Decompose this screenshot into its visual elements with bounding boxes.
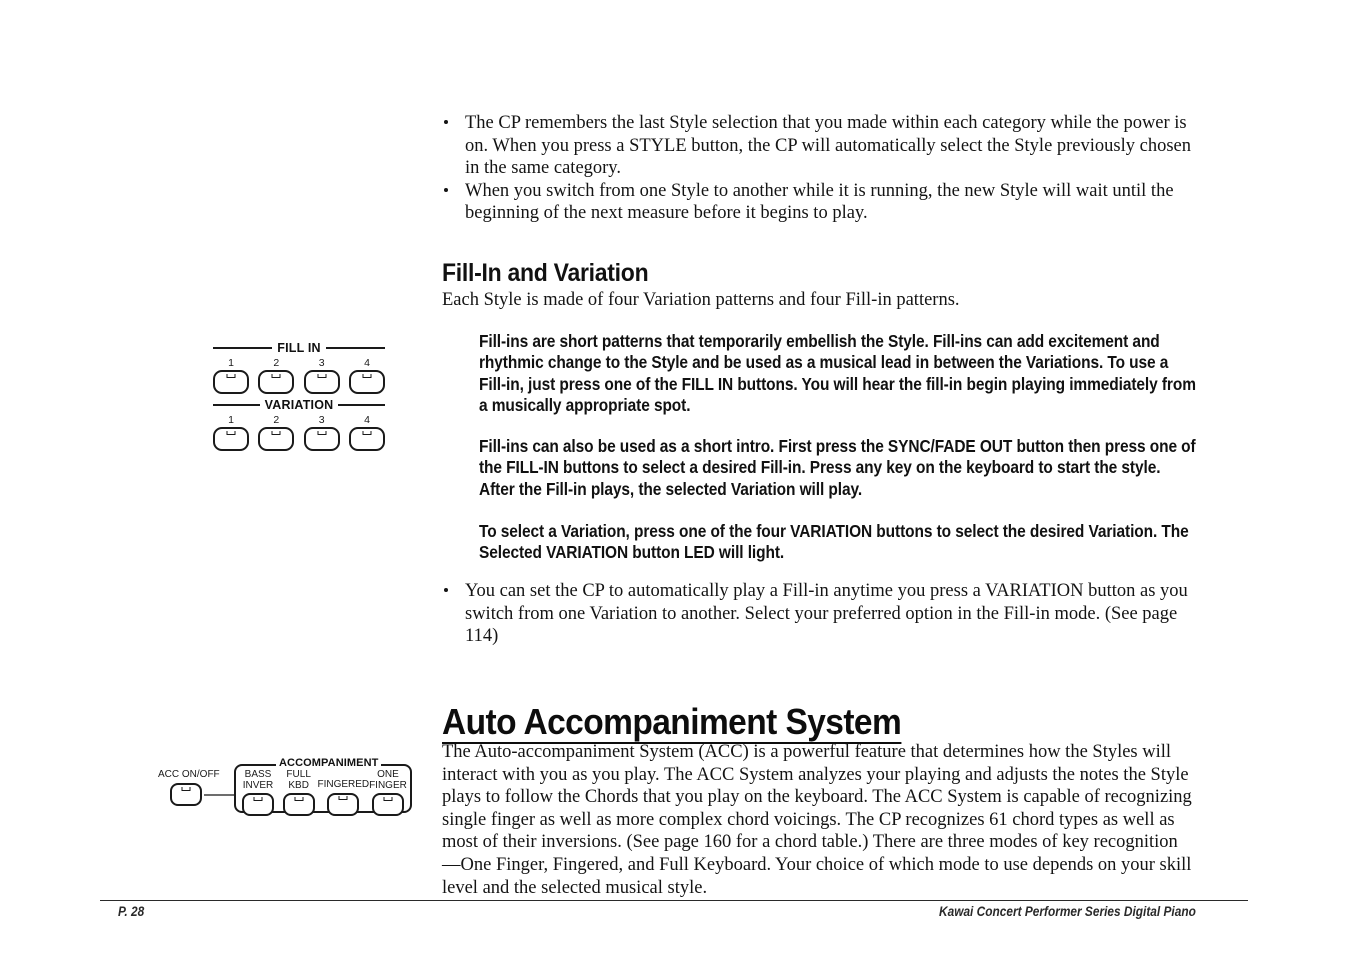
button-label: BASS INVER: [242, 769, 274, 791]
callout-paragraph-2: Fill-ins can also be used as a short int…: [479, 436, 1197, 500]
list-item: You can set the CP to automatically play…: [442, 580, 1194, 648]
bullet-list: The CP remembers the last Style selectio…: [442, 112, 1194, 225]
acc-on-off-label: ACC ON/OFF: [158, 769, 220, 780]
rule-left: [213, 347, 273, 349]
fill-in-closing-bullet: You can set the CP to automatically play…: [442, 580, 1194, 648]
page-title-fill-in: Fill-In and Variation: [442, 259, 649, 287]
fill-in-group-header: FILL IN: [213, 341, 385, 355]
button-icon: [213, 427, 249, 451]
button-label: FULL KBD: [286, 769, 311, 791]
button-icon: [348, 370, 385, 394]
full-kbd-button[interactable]: FULL KBD: [279, 769, 319, 816]
fill-in-intro: Each Style is made of four Variation pat…: [442, 290, 960, 310]
fingered-button[interactable]: FINGERED: [317, 770, 370, 816]
variation-button-3[interactable]: 3: [303, 414, 340, 451]
callout-text: Fill-ins are short patterns that tempora…: [479, 331, 1196, 416]
button-icon: [242, 793, 274, 816]
button-number: 3: [318, 414, 325, 426]
list-item: When you switch from one Style to anothe…: [442, 180, 1194, 225]
fill-in-button-1[interactable]: 1: [213, 358, 249, 394]
fill-in-group-label: FILL IN: [277, 341, 321, 355]
fill-in-heading-block: Fill-In and Variation: [442, 259, 1194, 288]
accompaniment-group-label: ACCOMPANIMENT: [276, 757, 382, 769]
button-icon: [327, 792, 360, 816]
auto-accompaniment-heading-block: Auto Accompaniment System: [442, 702, 1194, 745]
button-number: 4: [364, 414, 370, 426]
footer-product-line: Kawai Concert Performer Series Digital P…: [939, 904, 1196, 919]
variation-button-row: 1 2 3 4: [213, 415, 385, 451]
button-icon: [213, 370, 249, 394]
button-label: ONE FINGER: [369, 769, 407, 791]
fill-in-button-row: 1 2 3 4: [213, 358, 385, 394]
callout-text: Fill-ins can also be used as a short int…: [479, 436, 1196, 499]
top-bullet-list: The CP remembers the last Style selectio…: [442, 112, 1194, 225]
rule-right: [325, 347, 385, 349]
button-icon: [371, 793, 404, 816]
button-label: FINGERED: [317, 779, 370, 790]
button-icon: [348, 427, 385, 451]
variation-button-1[interactable]: 1: [213, 415, 249, 451]
page-title-auto-accompaniment: Auto Accompaniment System: [442, 702, 902, 745]
callout-paragraph-1: Fill-ins are short patterns that tempora…: [479, 331, 1197, 417]
bullet-dot-icon: [444, 120, 448, 124]
fill-in-variation-panel-diagram: FILL IN 1 2 3 4 VARIATION 1 2 3 4: [213, 341, 386, 451]
accompaniment-button-row: BASS INVER FULL KBD FINGERED ONE FINGER: [238, 769, 408, 816]
button-icon: [303, 370, 340, 394]
callout-text: To select a Variation, press one of the …: [479, 521, 1189, 563]
bass-inver-button[interactable]: BASS INVER: [238, 769, 278, 816]
button-number: 2: [273, 357, 280, 369]
fill-in-button-3[interactable]: 3: [303, 357, 340, 394]
variation-button-4[interactable]: 4: [348, 414, 385, 451]
button-icon: [303, 427, 340, 451]
bullet-text: The CP remembers the last Style selectio…: [465, 113, 1191, 179]
manual-page: The CP remembers the last Style selectio…: [0, 0, 1348, 954]
bullet-text: When you switch from one Style to anothe…: [465, 180, 1174, 224]
bullet-list: You can set the CP to automatically play…: [442, 580, 1194, 648]
bullet-dot-icon: [444, 187, 448, 192]
bullet-text: You can set the CP to automatically play…: [465, 581, 1188, 647]
bullet-dot-icon: [444, 588, 448, 592]
list-item: The CP remembers the last Style selectio…: [442, 112, 1194, 180]
fill-in-button-4[interactable]: 4: [348, 357, 385, 394]
rule-left: [213, 404, 260, 406]
variation-button-2[interactable]: 2: [258, 414, 295, 451]
button-number: 3: [318, 357, 325, 369]
button-icon: [258, 370, 295, 394]
connector-line: [204, 794, 236, 796]
fill-in-button-2[interactable]: 2: [258, 357, 295, 394]
button-number: 1: [228, 414, 234, 426]
button-icon: [282, 793, 315, 816]
footer-divider: [100, 900, 1248, 901]
acc-on-off-button[interactable]: [170, 783, 202, 806]
button-number: 2: [273, 414, 280, 426]
footer-page-number: P. 28: [118, 904, 145, 919]
variation-group-header: VARIATION: [213, 398, 386, 412]
button-icon: [258, 427, 295, 451]
button-number: 4: [364, 357, 370, 369]
rule-right: [338, 404, 386, 406]
button-number: 1: [228, 357, 234, 369]
one-finger-button[interactable]: ONE FINGER: [368, 769, 408, 816]
callout-paragraph-3: To select a Variation, press one of the …: [479, 521, 1197, 564]
auto-accompaniment-body: The Auto-accompaniment System (ACC) is a…: [442, 742, 1192, 898]
accompaniment-panel-diagram: ACC ON/OFF ACCOMPANIMENT BASS INVER FULL…: [158, 752, 420, 816]
variation-group-label: VARIATION: [264, 398, 334, 412]
